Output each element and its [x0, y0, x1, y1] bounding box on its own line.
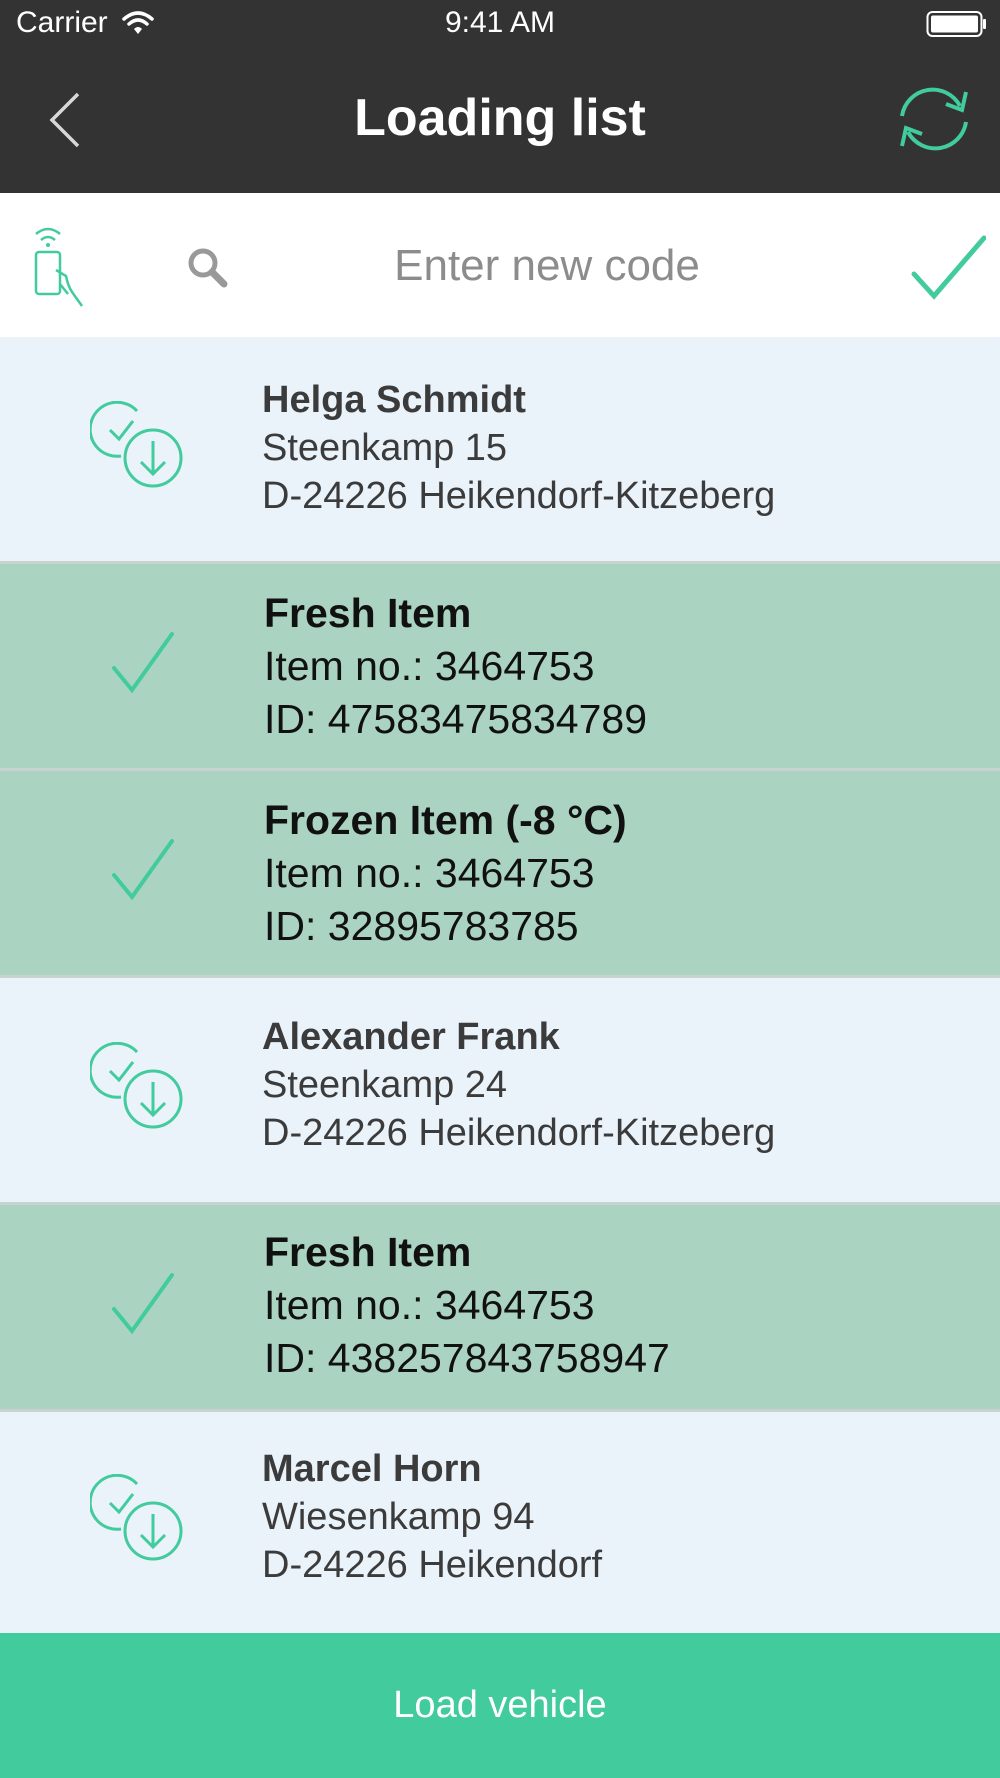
check-download-icon — [90, 1474, 183, 1561]
list-item-customer[interactable]: Alexander Frank Steenkamp 24 D-24226 Hei… — [0, 978, 1000, 1205]
customer-name: Marcel Horn — [262, 1448, 482, 1490]
navigation-bar: Carrier 9:41 AM Loading list — [0, 0, 1000, 193]
item-name: Frozen Item (-8 °C) — [264, 797, 627, 843]
customer-street: Wiesenkamp 94 — [262, 1496, 535, 1538]
load-vehicle-button[interactable]: Load vehicle — [0, 1633, 1000, 1778]
item-name: Fresh Item — [264, 590, 472, 636]
item-id: ID: 32895783785 — [264, 903, 579, 949]
customer-city: D-24226 Heikendorf — [262, 1544, 603, 1586]
item-id: ID: 438257843758947 — [264, 1335, 670, 1381]
item-id: ID: 47583475834789 — [264, 696, 648, 742]
customer-city: D-24226 Heikendorf-Kitzeberg — [262, 475, 776, 517]
item-number: Item no.: 3464753 — [264, 1282, 595, 1328]
list-item-customer[interactable]: Helga Schmidt Steenkamp 15 D-24226 Heike… — [0, 337, 1000, 564]
customer-name: Helga Schmidt — [262, 379, 526, 421]
check-download-icon — [90, 401, 183, 488]
search-icon — [188, 248, 228, 288]
list-item-customer[interactable]: Marcel Horn Wiesenkamp 94 D-24226 Heiken… — [0, 1412, 1000, 1633]
checkmark-icon[interactable] — [910, 234, 986, 302]
list-item-product[interactable]: Fresh Item Item no.: 3464753 ID: 4758347… — [0, 564, 1000, 771]
check-download-icon — [90, 1042, 183, 1129]
checkmark-icon — [112, 1273, 174, 1335]
customer-city: D-24226 Heikendorf-Kitzeberg — [262, 1112, 776, 1154]
battery-icon — [926, 11, 986, 37]
customer-street: Steenkamp 24 — [262, 1064, 508, 1106]
nfc-scan-icon[interactable] — [32, 224, 90, 308]
list-item-product[interactable]: Fresh Item Item no.: 3464753 ID: 4382578… — [0, 1205, 1000, 1412]
sync-icon[interactable] — [890, 84, 978, 154]
checkmark-icon — [112, 632, 174, 694]
page-title: Loading list — [354, 89, 646, 147]
code-input[interactable] — [290, 232, 804, 300]
checkmark-icon — [112, 839, 174, 901]
list-item-product[interactable]: Frozen Item (-8 °C) Item no.: 3464753 ID… — [0, 771, 1000, 978]
item-number: Item no.: 3464753 — [264, 643, 595, 689]
status-time: 9:41 AM — [444, 6, 556, 39]
customer-name: Alexander Frank — [262, 1016, 560, 1058]
customer-street: Steenkamp 15 — [262, 427, 508, 469]
item-number: Item no.: 3464753 — [264, 850, 595, 896]
item-name: Fresh Item — [264, 1229, 472, 1275]
